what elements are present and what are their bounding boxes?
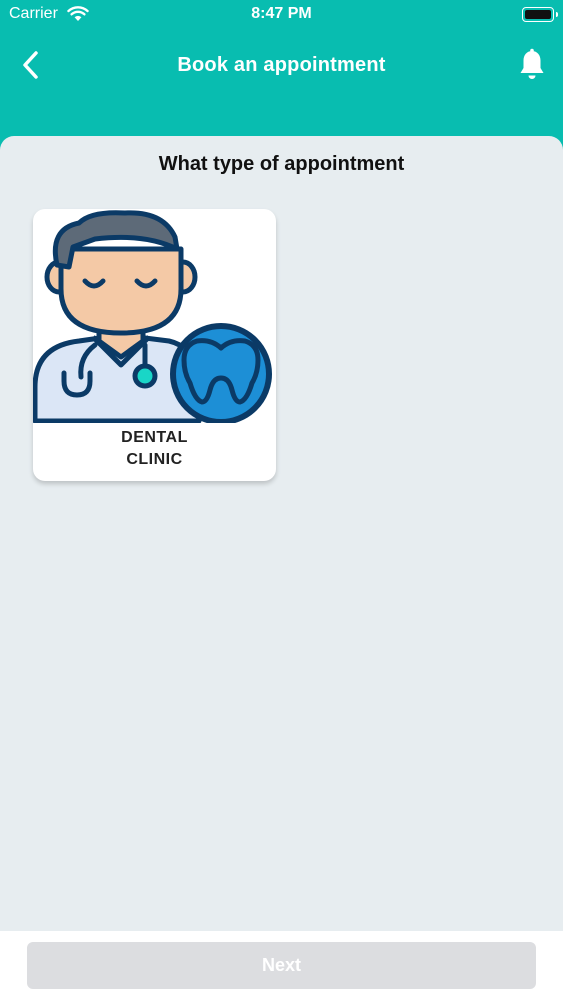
status-bar: Carrier 8:47 PM — [0, 0, 563, 30]
page-title: Book an appointment — [177, 54, 386, 76]
notifications-button[interactable] — [517, 48, 547, 82]
option-label: DENTAL CLINIC — [121, 429, 188, 468]
dentist-doctor-icon — [33, 210, 272, 423]
dental-clinic-option[interactable]: DENTAL CLINIC — [33, 209, 276, 481]
section-title: What type of appointment — [158, 153, 405, 175]
next-button[interactable]: Next — [27, 942, 536, 989]
battery-icon — [522, 7, 558, 22]
bell-icon — [520, 48, 544, 79]
clock: 8:47 PM — [251, 5, 312, 22]
content-panel: What type of appointment DENTAL CLINIC — [0, 136, 563, 936]
footer: Next — [0, 931, 563, 1000]
